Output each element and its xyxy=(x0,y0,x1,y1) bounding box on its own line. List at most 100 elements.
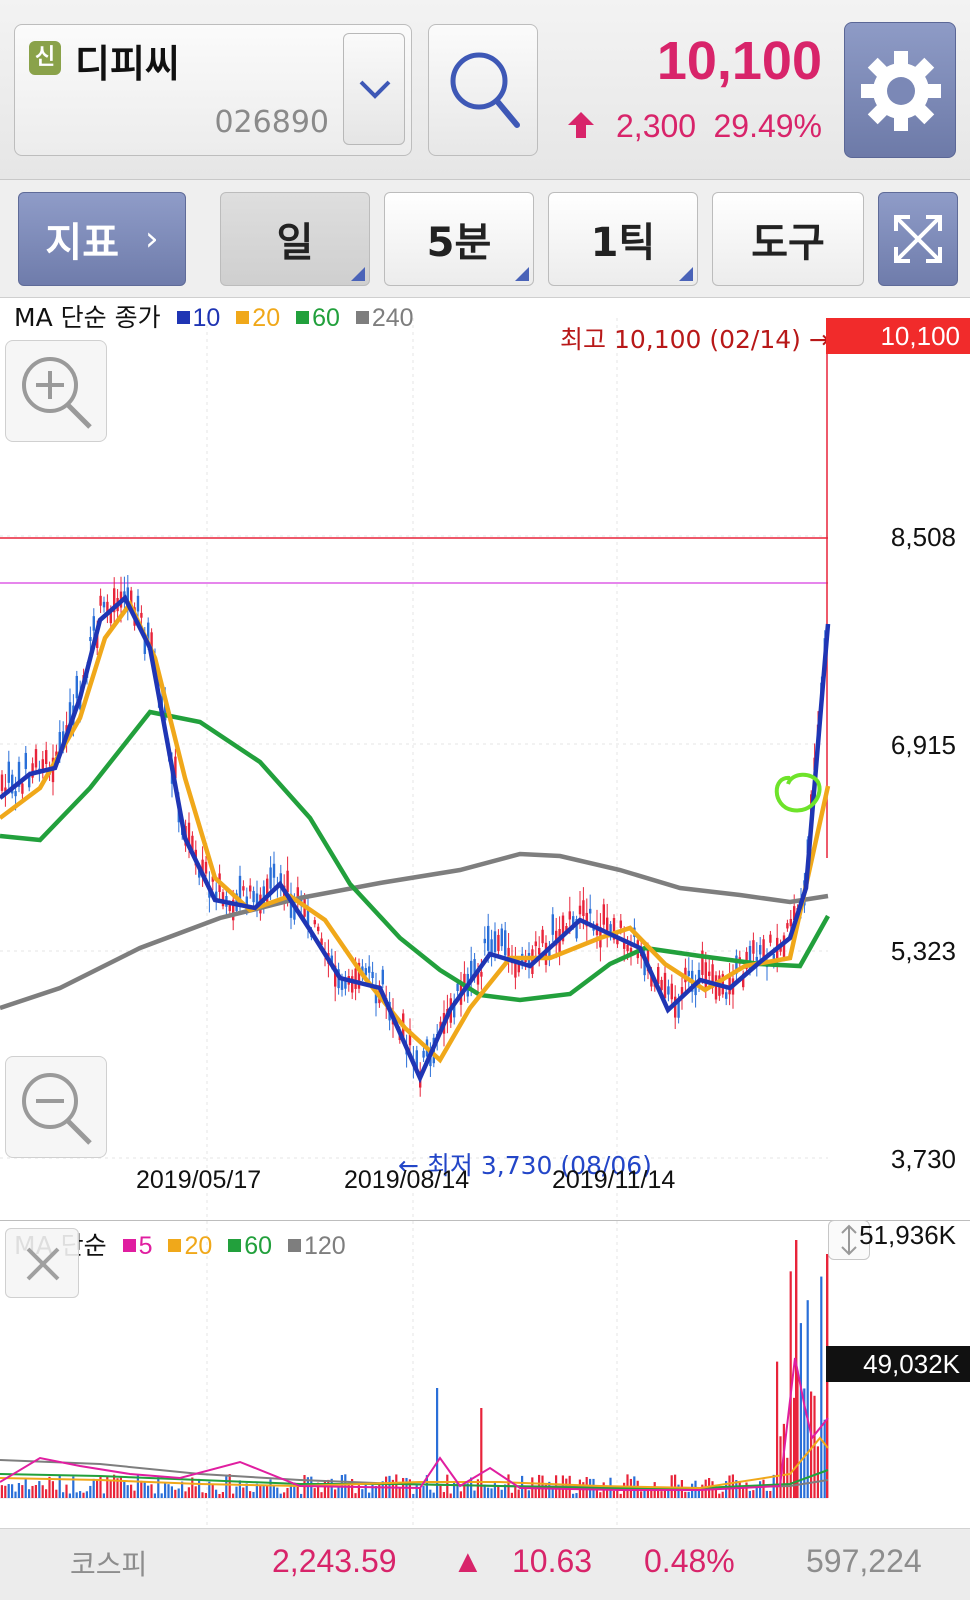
volume-bar xyxy=(198,1478,201,1498)
x-axis-label: 2019/11/14 xyxy=(552,1166,676,1194)
volume-bar xyxy=(490,1488,493,1498)
volume-bar xyxy=(439,1485,442,1498)
tools-button[interactable]: 도구 xyxy=(712,192,864,286)
volume-bar xyxy=(123,1480,126,1498)
candle-body xyxy=(99,595,102,606)
index-value: 2,243.59 xyxy=(272,1543,397,1579)
volume-bar xyxy=(164,1483,167,1498)
volume-bar xyxy=(48,1476,51,1498)
stock-selector[interactable]: 신 디피씨 026890 xyxy=(14,24,412,156)
ma-20-line xyxy=(0,599,831,1064)
price-volume-chart[interactable] xyxy=(0,298,970,1528)
volume-bar xyxy=(174,1489,177,1498)
volume-bar xyxy=(755,1486,758,1498)
candle-body xyxy=(242,886,245,891)
volume-bar xyxy=(524,1489,527,1498)
period-day-button[interactable]: 일 xyxy=(220,192,370,286)
volume-bar xyxy=(286,1487,289,1498)
volume-bar xyxy=(497,1486,500,1498)
new-listing-badge: 신 xyxy=(29,41,61,75)
volume-bar xyxy=(514,1487,517,1498)
y-axis-label: 3,730 xyxy=(890,1144,956,1174)
volume-bar xyxy=(806,1300,809,1498)
candle-body xyxy=(602,904,605,925)
volume-bar xyxy=(313,1488,316,1498)
candle-body xyxy=(483,938,486,944)
stock-name: 디피씨 xyxy=(75,42,180,86)
volume-bar xyxy=(432,1492,435,1498)
volume-bar xyxy=(228,1474,231,1498)
volume-bar xyxy=(663,1490,666,1498)
candle-body xyxy=(313,920,316,925)
volume-bar xyxy=(820,1276,823,1498)
candle-body xyxy=(769,934,772,943)
volume-bar xyxy=(96,1479,99,1498)
volume-bar xyxy=(218,1493,221,1498)
candle-body xyxy=(541,929,544,944)
close-volume-button[interactable] xyxy=(5,1228,79,1298)
candle-body xyxy=(480,971,483,977)
stock-dropdown-button[interactable] xyxy=(343,33,405,145)
candle-body xyxy=(340,980,344,990)
volume-y-max: 51,936K xyxy=(859,1220,956,1250)
volume-bar xyxy=(657,1490,660,1498)
settings-button[interactable] xyxy=(844,22,956,158)
volume-bar xyxy=(354,1493,357,1498)
volume-bar xyxy=(75,1492,78,1498)
volume-bar xyxy=(65,1484,68,1498)
x-axis-label: 2019/05/17 xyxy=(136,1166,262,1194)
legend-vma5: 5 xyxy=(138,1232,153,1260)
volume-bar xyxy=(238,1480,241,1498)
volume-bar xyxy=(225,1474,228,1498)
period-minute-button[interactable]: 5분 xyxy=(384,192,534,286)
candle-body xyxy=(89,637,92,642)
search-button[interactable] xyxy=(428,24,538,156)
indicator-button[interactable]: 지표 › xyxy=(18,192,186,286)
candle-body xyxy=(317,926,320,932)
legend-ma20: 20 xyxy=(252,304,281,332)
stock-code: 026890 xyxy=(214,105,329,140)
chart-area[interactable]: MA 단순 종가 10 20 60 240 최고 10,100 (02/14) … xyxy=(0,298,970,1528)
volume-bar xyxy=(412,1493,415,1498)
volume-bar xyxy=(140,1480,143,1498)
fullscreen-button[interactable] xyxy=(878,192,958,286)
volume-bar xyxy=(742,1487,745,1498)
price-change: 2,300 xyxy=(616,108,697,144)
volume-bar xyxy=(517,1489,520,1498)
volume-bar xyxy=(221,1492,224,1498)
candle-body xyxy=(687,970,690,976)
volume-bar xyxy=(500,1489,503,1498)
zoom-in-button[interactable] xyxy=(5,340,107,442)
candle-body xyxy=(252,890,255,903)
volume-bar xyxy=(289,1485,292,1498)
volume-bar xyxy=(687,1491,690,1498)
volume-bar xyxy=(55,1489,58,1498)
volume-bar xyxy=(300,1493,303,1498)
volume-bar xyxy=(194,1486,197,1498)
candle-body xyxy=(24,752,27,769)
zoom-out-button[interactable] xyxy=(5,1056,107,1158)
volume-bar xyxy=(718,1493,721,1498)
zoom-in-icon xyxy=(22,357,92,429)
volume-bar xyxy=(126,1485,129,1498)
volume-bar xyxy=(572,1493,575,1498)
volume-bar xyxy=(262,1485,265,1498)
volume-bar xyxy=(510,1492,513,1498)
candle-body xyxy=(694,987,697,996)
candle-body xyxy=(786,923,789,929)
market-index-bar[interactable]: 코스피 2,243.59 ▲ 10.63 0.48% 597,224 xyxy=(0,1528,970,1600)
index-change: 10.63 xyxy=(512,1543,593,1579)
volume-bars xyxy=(0,1240,829,1498)
index-volume: 597,224 xyxy=(806,1543,922,1579)
period-tick-button[interactable]: 1틱 xyxy=(548,192,698,286)
volume-bar xyxy=(371,1483,374,1498)
candle-body xyxy=(504,930,507,956)
volume-bar xyxy=(558,1489,561,1498)
volume-bar xyxy=(473,1490,476,1498)
volume-bar xyxy=(769,1491,772,1498)
chevron-right-icon: › xyxy=(145,219,159,259)
candle-body xyxy=(140,612,143,618)
volume-bar xyxy=(748,1490,751,1498)
volume-bar xyxy=(599,1492,602,1498)
volume-bar xyxy=(738,1481,741,1498)
